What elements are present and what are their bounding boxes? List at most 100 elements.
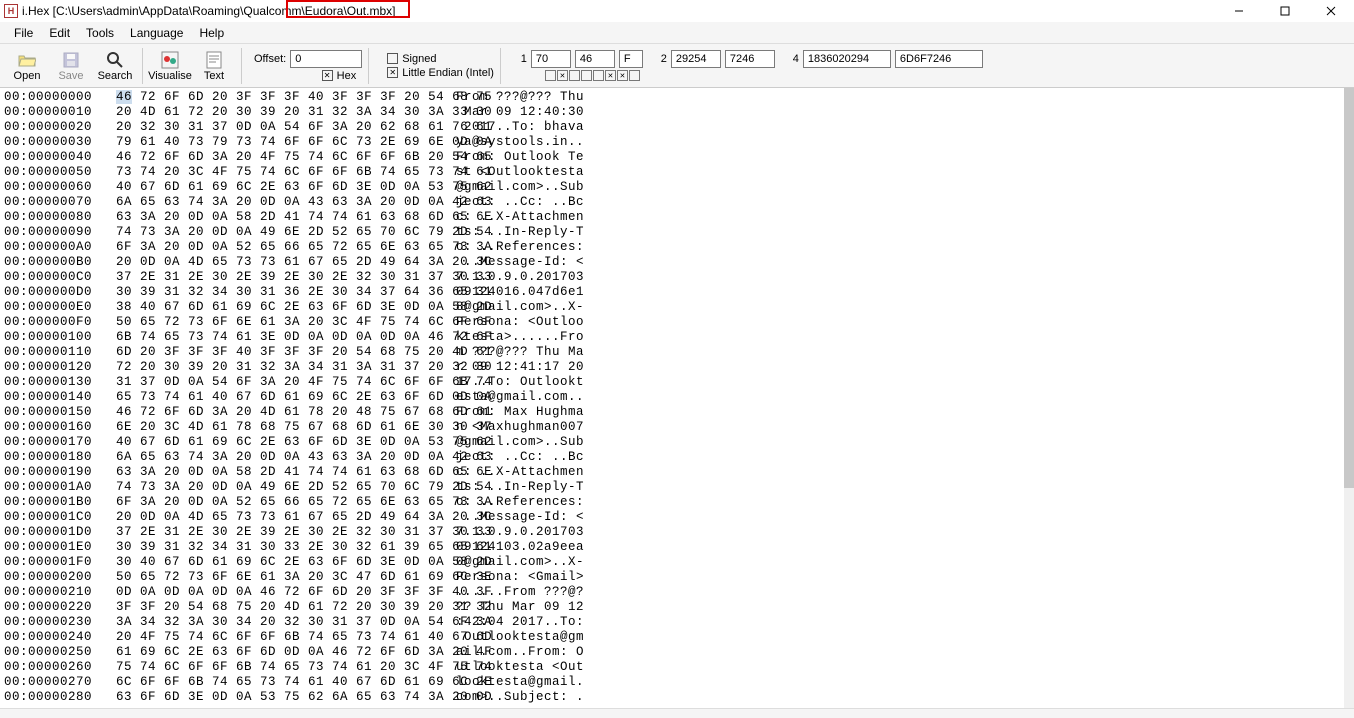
hex-ascii[interactable]: 09124016.047d6e1 [456,285,584,300]
value-2-hex[interactable] [725,50,775,68]
hex-row[interactable]: 00:000000E0 38 40 67 6D 61 69 6C 2E 63 6… [4,300,1340,315]
hex-ascii[interactable]: ts: ..In-Reply-T [456,225,584,240]
bit-4[interactable] [593,70,604,81]
hex-bytes[interactable]: 72 20 30 39 20 31 32 3A 34 31 3A 31 37 2… [116,360,446,375]
hex-bytes[interactable]: 61 69 6C 2E 63 6F 6D 0D 0A 46 72 6F 6D 3… [116,645,446,660]
hex-ascii[interactable]: r 09 12:41:17 20 [456,360,584,375]
value-1-hex[interactable] [575,50,615,68]
hex-bytes[interactable]: 63 6F 6D 3E 0D 0A 53 75 62 6A 65 63 74 3… [116,690,446,705]
hex-ascii[interactable]: 09124103.02a9eea [456,540,584,555]
maximize-button[interactable] [1262,0,1308,22]
hex-bytes[interactable]: 20 0D 0A 4D 65 73 73 61 67 65 2D 49 64 3… [116,510,446,525]
hex-ascii[interactable]: o: ..References: [456,240,584,255]
hex-row[interactable]: 00:000000D0 30 39 31 32 34 30 31 36 2E 3… [4,285,1340,300]
hex-bytes[interactable]: 38 40 67 6D 61 69 6C 2E 63 6F 6D 3E 0D 0… [116,300,446,315]
vertical-scrollbar[interactable] [1344,88,1354,708]
value-4-hex[interactable] [895,50,983,68]
hex-row[interactable]: 00:00000040 46 72 6F 6D 3A 20 4F 75 74 6… [4,150,1340,165]
value-1-char[interactable] [619,50,643,68]
hex-bytes[interactable]: 63 3A 20 0D 0A 58 2D 41 74 74 61 63 68 6… [116,465,446,480]
hex-bytes[interactable]: 6B 74 65 73 74 61 3E 0D 0A 0D 0A 0D 0A 4… [116,330,446,345]
hex-bytes[interactable]: 40 67 6D 61 69 6C 2E 63 6F 6D 3E 0D 0A 5… [116,180,446,195]
hex-row[interactable]: 00:00000280 63 6F 6D 3E 0D 0A 53 75 62 6… [4,690,1340,705]
menu-help[interactable]: Help [191,24,232,42]
hex-ascii[interactable]: looktesta@gmail. [456,675,584,690]
hex-bytes[interactable]: 31 37 0D 0A 54 6F 3A 20 4F 75 74 6C 6F 6… [116,375,446,390]
hex-bytes[interactable]: 63 3A 20 0D 0A 58 2D 41 74 74 61 63 68 6… [116,210,446,225]
open-button[interactable]: Open [6,46,48,86]
bit-1[interactable] [557,70,568,81]
hex-bytes[interactable]: 40 67 6D 61 69 6C 2E 63 6F 6D 3E 0D 0A 5… [116,435,446,450]
hex-bytes[interactable]: 0D 0A 0D 0A 0D 0A 46 72 6F 6D 20 3F 3F 3… [116,585,446,600]
hex-bytes[interactable]: 74 73 3A 20 0D 0A 49 6E 2D 52 65 70 6C 7… [116,225,446,240]
hex-ascii[interactable]: From: Outlook Te [456,150,584,165]
hex-row[interactable]: 00:00000270 6C 6F 6F 6B 74 65 73 74 61 4… [4,675,1340,690]
hex-row[interactable]: 00:00000020 20 32 30 31 37 0D 0A 54 6F 3… [4,120,1340,135]
hex-bytes[interactable]: 46 72 6F 6D 3A 20 4D 61 78 20 48 75 67 6… [116,405,446,420]
hex-ascii[interactable]: 2017..To: bhava [456,120,584,135]
hex-row[interactable]: 00:00000000 46 72 6F 6D 20 3F 3F 3F 40 3… [4,90,1340,105]
hex-view[interactable]: 00:00000000 46 72 6F 6D 20 3F 3F 3F 40 3… [0,88,1344,716]
hex-ascii[interactable]: esta@gmail.com.. [456,390,584,405]
hex-bytes[interactable]: 65 73 74 61 40 67 6D 61 69 6C 2E 63 6F 6… [116,390,446,405]
hex-ascii[interactable]: ya@systools.in.. [456,135,584,150]
hex-row[interactable]: 00:00000170 40 67 6D 61 69 6C 2E 63 6F 6… [4,435,1340,450]
hex-ascii[interactable]: From: Max Hughma [456,405,584,420]
hex-ascii[interactable]: ?? Thu Mar 09 12 [456,600,584,615]
hex-bytes[interactable]: 6A 65 63 74 3A 20 0D 0A 43 63 3A 20 0D 0… [116,450,446,465]
hex-row[interactable]: 00:00000060 40 67 6D 61 69 6C 2E 63 6F 6… [4,180,1340,195]
hex-bytes[interactable]: 37 2E 31 2E 30 2E 39 2E 30 2E 32 30 31 3… [116,270,446,285]
hex-bytes[interactable]: 6D 20 3F 3F 3F 40 3F 3F 3F 20 54 68 75 2… [116,345,446,360]
search-button[interactable]: Search [94,46,136,86]
hex-ascii[interactable]: c: ..X-Attachmen [456,210,584,225]
hex-ascii[interactable]: From ???@??? Thu [456,90,584,105]
hex-row[interactable]: 00:00000160 6E 20 3C 4D 61 78 68 75 67 6… [4,420,1340,435]
hex-row[interactable]: 00:00000190 63 3A 20 0D 0A 58 2D 41 74 7… [4,465,1340,480]
hex-bytes[interactable]: 20 4D 61 72 20 30 39 20 31 32 3A 34 30 3… [116,105,446,120]
hex-ascii[interactable]: 7.1.0.9.0.201703 [456,525,584,540]
hex-bytes[interactable]: 46 72 6F 6D 20 3F 3F 3F 40 3F 3F 3F 20 5… [116,90,446,105]
hex-bytes[interactable]: 6A 65 63 74 3A 20 0D 0A 43 63 3A 20 0D 0… [116,195,446,210]
scrollbar-thumb[interactable] [1344,88,1354,488]
value-1-dec[interactable] [531,50,571,68]
hex-bytes[interactable]: 50 65 72 73 6F 6E 61 3A 20 3C 47 6D 61 6… [116,570,446,585]
hex-bytes[interactable]: 20 32 30 31 37 0D 0A 54 6F 3A 20 62 68 6… [116,120,446,135]
hex-row[interactable]: 00:00000100 6B 74 65 73 74 61 3E 0D 0A 0… [4,330,1340,345]
hex-row[interactable]: 00:000000F0 50 65 72 73 6F 6E 61 3A 20 3… [4,315,1340,330]
hex-ascii[interactable]: ktesta>......Fro [456,330,584,345]
hex-row[interactable]: 00:00000070 6A 65 63 74 3A 20 0D 0A 43 6… [4,195,1340,210]
hex-ascii[interactable]: com>..Subject: . [456,690,584,705]
hex-bytes[interactable]: 37 2E 31 2E 30 2E 39 2E 30 2E 32 30 31 3… [116,525,446,540]
hex-ascii[interactable]: 7.1.0.9.0.201703 [456,270,584,285]
hex-checkbox[interactable] [322,70,333,81]
hex-ascii[interactable]: n <Maxhughman007 [456,420,584,435]
hex-bytes[interactable]: 74 73 3A 20 0D 0A 49 6E 2D 52 65 70 6C 7… [116,480,446,495]
hex-bytes[interactable]: 75 74 6C 6F 6F 6B 74 65 73 74 61 20 3C 4… [116,660,446,675]
hex-ascii[interactable]: m ???@??? Thu Ma [456,345,584,360]
visualise-button[interactable]: Visualise [149,46,191,86]
hex-ascii[interactable]: Outlooktesta@gm [456,630,584,645]
hex-ascii[interactable]: 8@gmail.com>..X- [456,300,584,315]
hex-bytes[interactable]: 6C 6F 6F 6B 74 65 73 74 61 40 67 6D 61 6… [116,675,446,690]
hex-ascii[interactable]: @gmail.com>..Sub [456,435,584,450]
bit-6[interactable] [617,70,628,81]
hex-row[interactable]: 00:000001D0 37 2E 31 2E 30 2E 39 2E 30 2… [4,525,1340,540]
hex-ascii[interactable]: :42:04 2017..To: [456,615,584,630]
hex-row[interactable]: 00:00000210 0D 0A 0D 0A 0D 0A 46 72 6F 6… [4,585,1340,600]
hex-ascii[interactable]: 17..To: Outlookt [456,375,584,390]
hex-bytes[interactable]: 46 72 6F 6D 3A 20 4F 75 74 6C 6F 6F 6B 2… [116,150,446,165]
hex-row[interactable]: 00:00000220 3F 3F 20 54 68 75 20 4D 61 7… [4,600,1340,615]
hex-row[interactable]: 00:000001E0 30 39 31 32 34 31 30 33 2E 3… [4,540,1340,555]
hex-bytes[interactable]: 79 61 40 73 79 73 74 6F 6F 6C 73 2E 69 6… [116,135,446,150]
hex-row[interactable]: 00:00000120 72 20 30 39 20 31 32 3A 34 3… [4,360,1340,375]
hex-row[interactable]: 00:00000140 65 73 74 61 40 67 6D 61 69 6… [4,390,1340,405]
hex-row[interactable]: 00:000001C0 20 0D 0A 4D 65 73 73 61 67 6… [4,510,1340,525]
hex-ascii[interactable]: o: ..References: [456,495,584,510]
hex-bytes[interactable]: 20 4F 75 74 6C 6F 6F 6B 74 65 73 74 61 4… [116,630,446,645]
hex-row[interactable]: 00:00000250 61 69 6C 2E 63 6F 6D 0D 0A 4… [4,645,1340,660]
signed-checkbox[interactable] [387,53,398,64]
value-2-dec[interactable] [671,50,721,68]
hex-ascii[interactable]: st <Outlooktesta [456,165,584,180]
hex-ascii[interactable]: ail.com..From: O [456,645,584,660]
hex-bytes[interactable]: 3A 34 32 3A 30 34 20 32 30 31 37 0D 0A 5… [116,615,446,630]
